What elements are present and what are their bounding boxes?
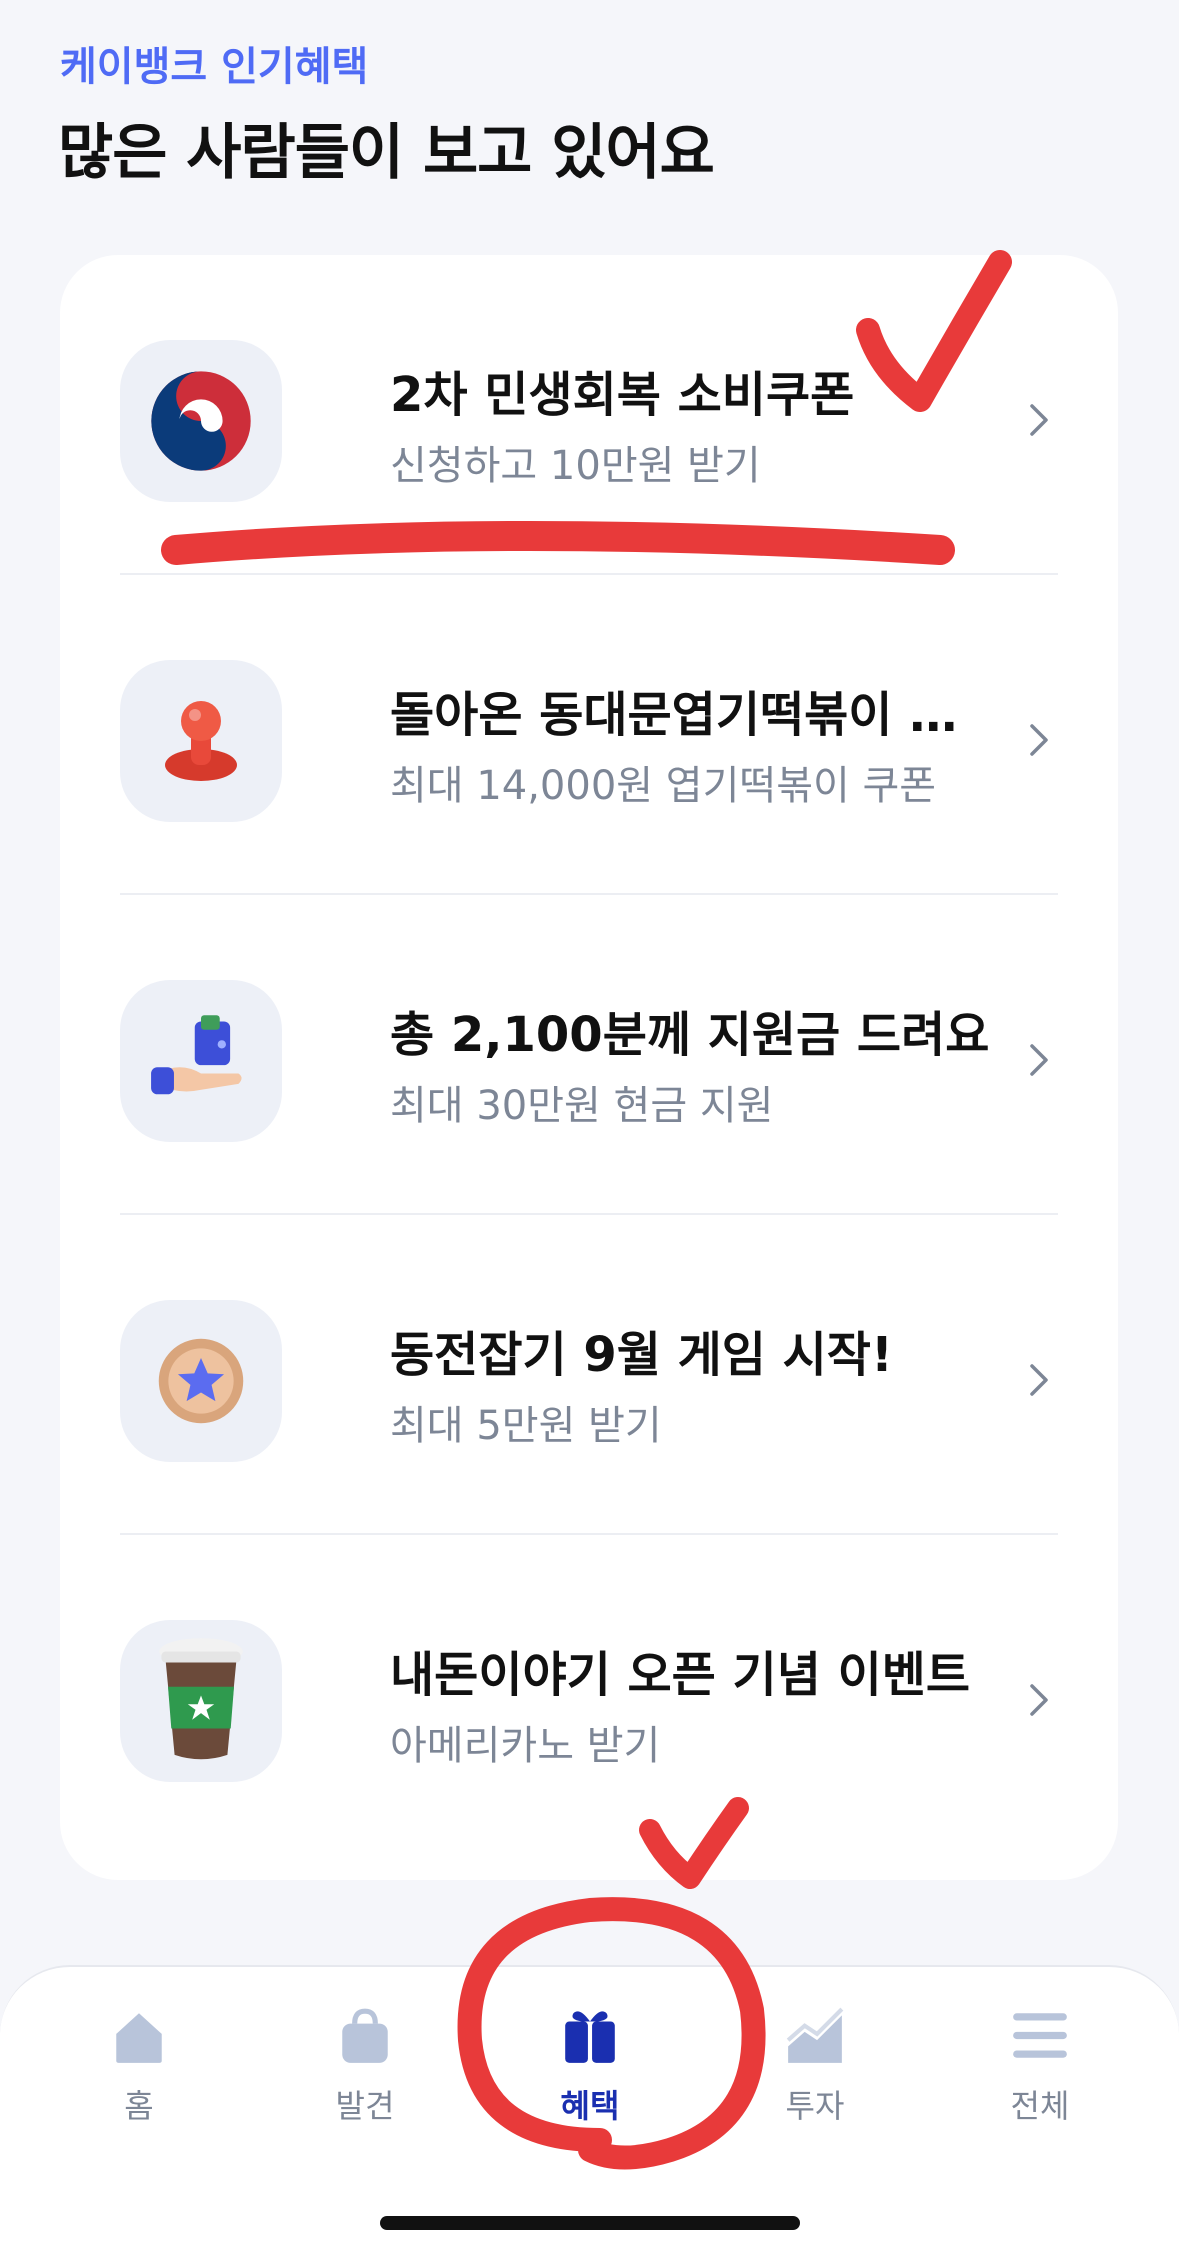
benefit-subtitle: 최대 30만원 현금 지원 [390,1083,774,1129]
tab-discover[interactable]: 발견 [285,2005,445,2155]
gift-icon [565,2011,615,2063]
benefit-title: 동전잡기 9월 게임 시작! [390,1327,893,1383]
chart-icon [786,2007,844,2063]
tab-label: 혜택 [560,2087,620,2125]
chevron-right-icon [1030,404,1048,436]
benefit-subtitle: 최대 5만원 받기 [390,1403,662,1449]
benefit-title: 내돈이야기 오픈 기념 이벤트 [390,1647,971,1703]
tab-all[interactable]: 전체 [960,2005,1120,2155]
government-emblem-icon [120,340,282,502]
benefit-item-support-fund[interactable]: 총 2,100분께 지원금 드려요 최대 30만원 현금 지원 [120,895,1058,1215]
tab-label: 홈 [124,2087,154,2125]
benefit-item-consumption-coupon[interactable]: 2차 민생회복 소비쿠폰 신청하고 10만원 받기 [120,255,1058,575]
wallet-hand-icon [120,980,282,1142]
home-indicator [380,2216,800,2230]
chevron-right-icon [1030,1684,1048,1716]
home-icon [116,2013,162,2063]
benefit-title: 돌아온 동대문엽기떡볶이 이벤트 [390,687,990,743]
benefits-card: 2차 민생회복 소비쿠폰 신청하고 10만원 받기 돌아온 동대문엽기떡볶이 이… [60,255,1118,1880]
chevron-right-icon [1030,1364,1048,1396]
benefit-subtitle: 신청하고 10만원 받기 [390,443,761,489]
benefit-title: 2차 민생회복 소비쿠폰 [390,367,855,423]
section-eyebrow: 케이뱅크 인기혜택 [60,44,369,90]
tab-invest[interactable]: 투자 [735,2005,895,2155]
bottom-tab-bar: 홈 발견 혜택 투자 전체 [0,1965,1179,2256]
tab-label: 전체 [1010,2087,1070,2125]
tab-benefits[interactable]: 혜택 [510,2005,670,2155]
tab-home[interactable]: 홈 [59,2005,219,2155]
benefit-subtitle: 아메리카노 받기 [390,1723,661,1769]
chevron-right-icon [1030,724,1048,756]
coffee-cup-icon [120,1620,282,1782]
shopping-bag-icon [342,2008,388,2063]
benefit-item-coin-game[interactable]: 동전잡기 9월 게임 시작! 최대 5만원 받기 [120,1215,1058,1535]
benefit-subtitle: 최대 14,000원 엽기떡볶이 쿠폰 [390,763,937,809]
menu-icon [1013,2013,1067,2058]
benefit-item-tteokbokki[interactable]: 돌아온 동대문엽기떡볶이 이벤트 최대 14,000원 엽기떡볶이 쿠폰 [120,575,1058,895]
tab-label: 투자 [785,2087,845,2125]
stamp-icon [120,660,282,822]
page-title: 많은 사람들이 보고 있어요 [58,118,715,188]
tab-label: 발견 [335,2087,395,2125]
benefit-item-americano[interactable]: 내돈이야기 오픈 기념 이벤트 아메리카노 받기 [120,1535,1058,1855]
star-coin-icon [120,1300,282,1462]
chevron-right-icon [1030,1044,1048,1076]
benefit-title: 총 2,100분께 지원금 드려요 [390,1007,990,1063]
